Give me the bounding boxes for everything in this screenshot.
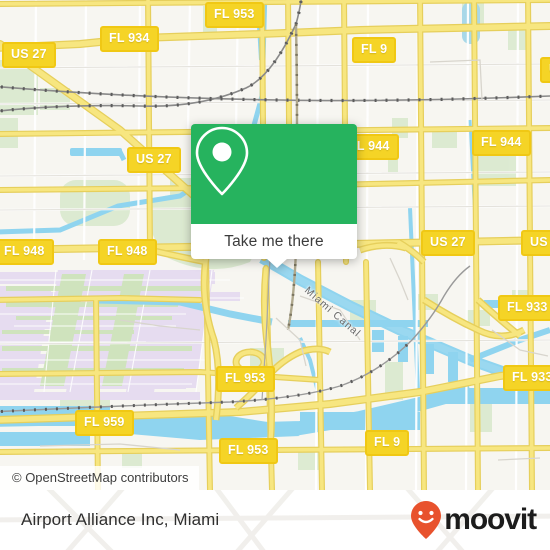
road-shield[interactable]: FL 953 <box>216 366 275 392</box>
bottom-info-bar: Airport Alliance Inc, Miami moovit <box>0 490 550 550</box>
road-shield[interactable]: US 27 <box>127 147 181 173</box>
moovit-smiley-pin-icon <box>411 501 442 539</box>
take-me-there-label: Take me there <box>224 232 324 250</box>
card-action-bar[interactable]: Take me there <box>191 224 357 268</box>
moovit-wordmark: moovit <box>444 503 537 536</box>
place-title: Airport Alliance Inc, Miami <box>21 510 220 529</box>
moovit-logo[interactable]: moovit <box>409 500 537 540</box>
road-shield[interactable]: FL 948 <box>98 239 157 265</box>
road-shield[interactable]: US 27 <box>521 230 550 256</box>
road-shield[interactable]: FL 953 <box>205 2 264 28</box>
road-shield[interactable]: FL 953 <box>219 438 278 464</box>
card-pin-area <box>191 124 357 224</box>
road-shield[interactable]: U <box>540 57 550 83</box>
map-screenshot: US 27 FL 934 FL 953 FL 9 US 27 FL 944 FL… <box>0 0 550 550</box>
road-shield[interactable]: US 27 <box>421 230 475 256</box>
road-shield[interactable]: FL 933 <box>503 365 550 391</box>
card-pointer-tail <box>266 258 288 268</box>
osm-attribution[interactable]: © OpenStreetMap contributors <box>0 466 199 490</box>
road-shield[interactable]: FL 948 <box>0 239 54 265</box>
road-shield[interactable]: FL 959 <box>75 410 134 436</box>
road-shield[interactable]: FL 933 <box>498 295 550 321</box>
road-shield[interactable]: FL 934 <box>100 26 159 52</box>
road-shield[interactable]: FL 9 <box>352 37 397 63</box>
map-canvas[interactable]: US 27 FL 934 FL 953 FL 9 US 27 FL 944 FL… <box>0 0 550 490</box>
road-shield[interactable]: FL 9 <box>365 430 410 456</box>
road-shield[interactable]: US 27 <box>2 42 56 68</box>
road-shield[interactable]: FL 944 <box>472 130 531 156</box>
location-pin-icon <box>195 126 249 196</box>
take-me-there-card[interactable]: Take me there <box>191 124 357 268</box>
